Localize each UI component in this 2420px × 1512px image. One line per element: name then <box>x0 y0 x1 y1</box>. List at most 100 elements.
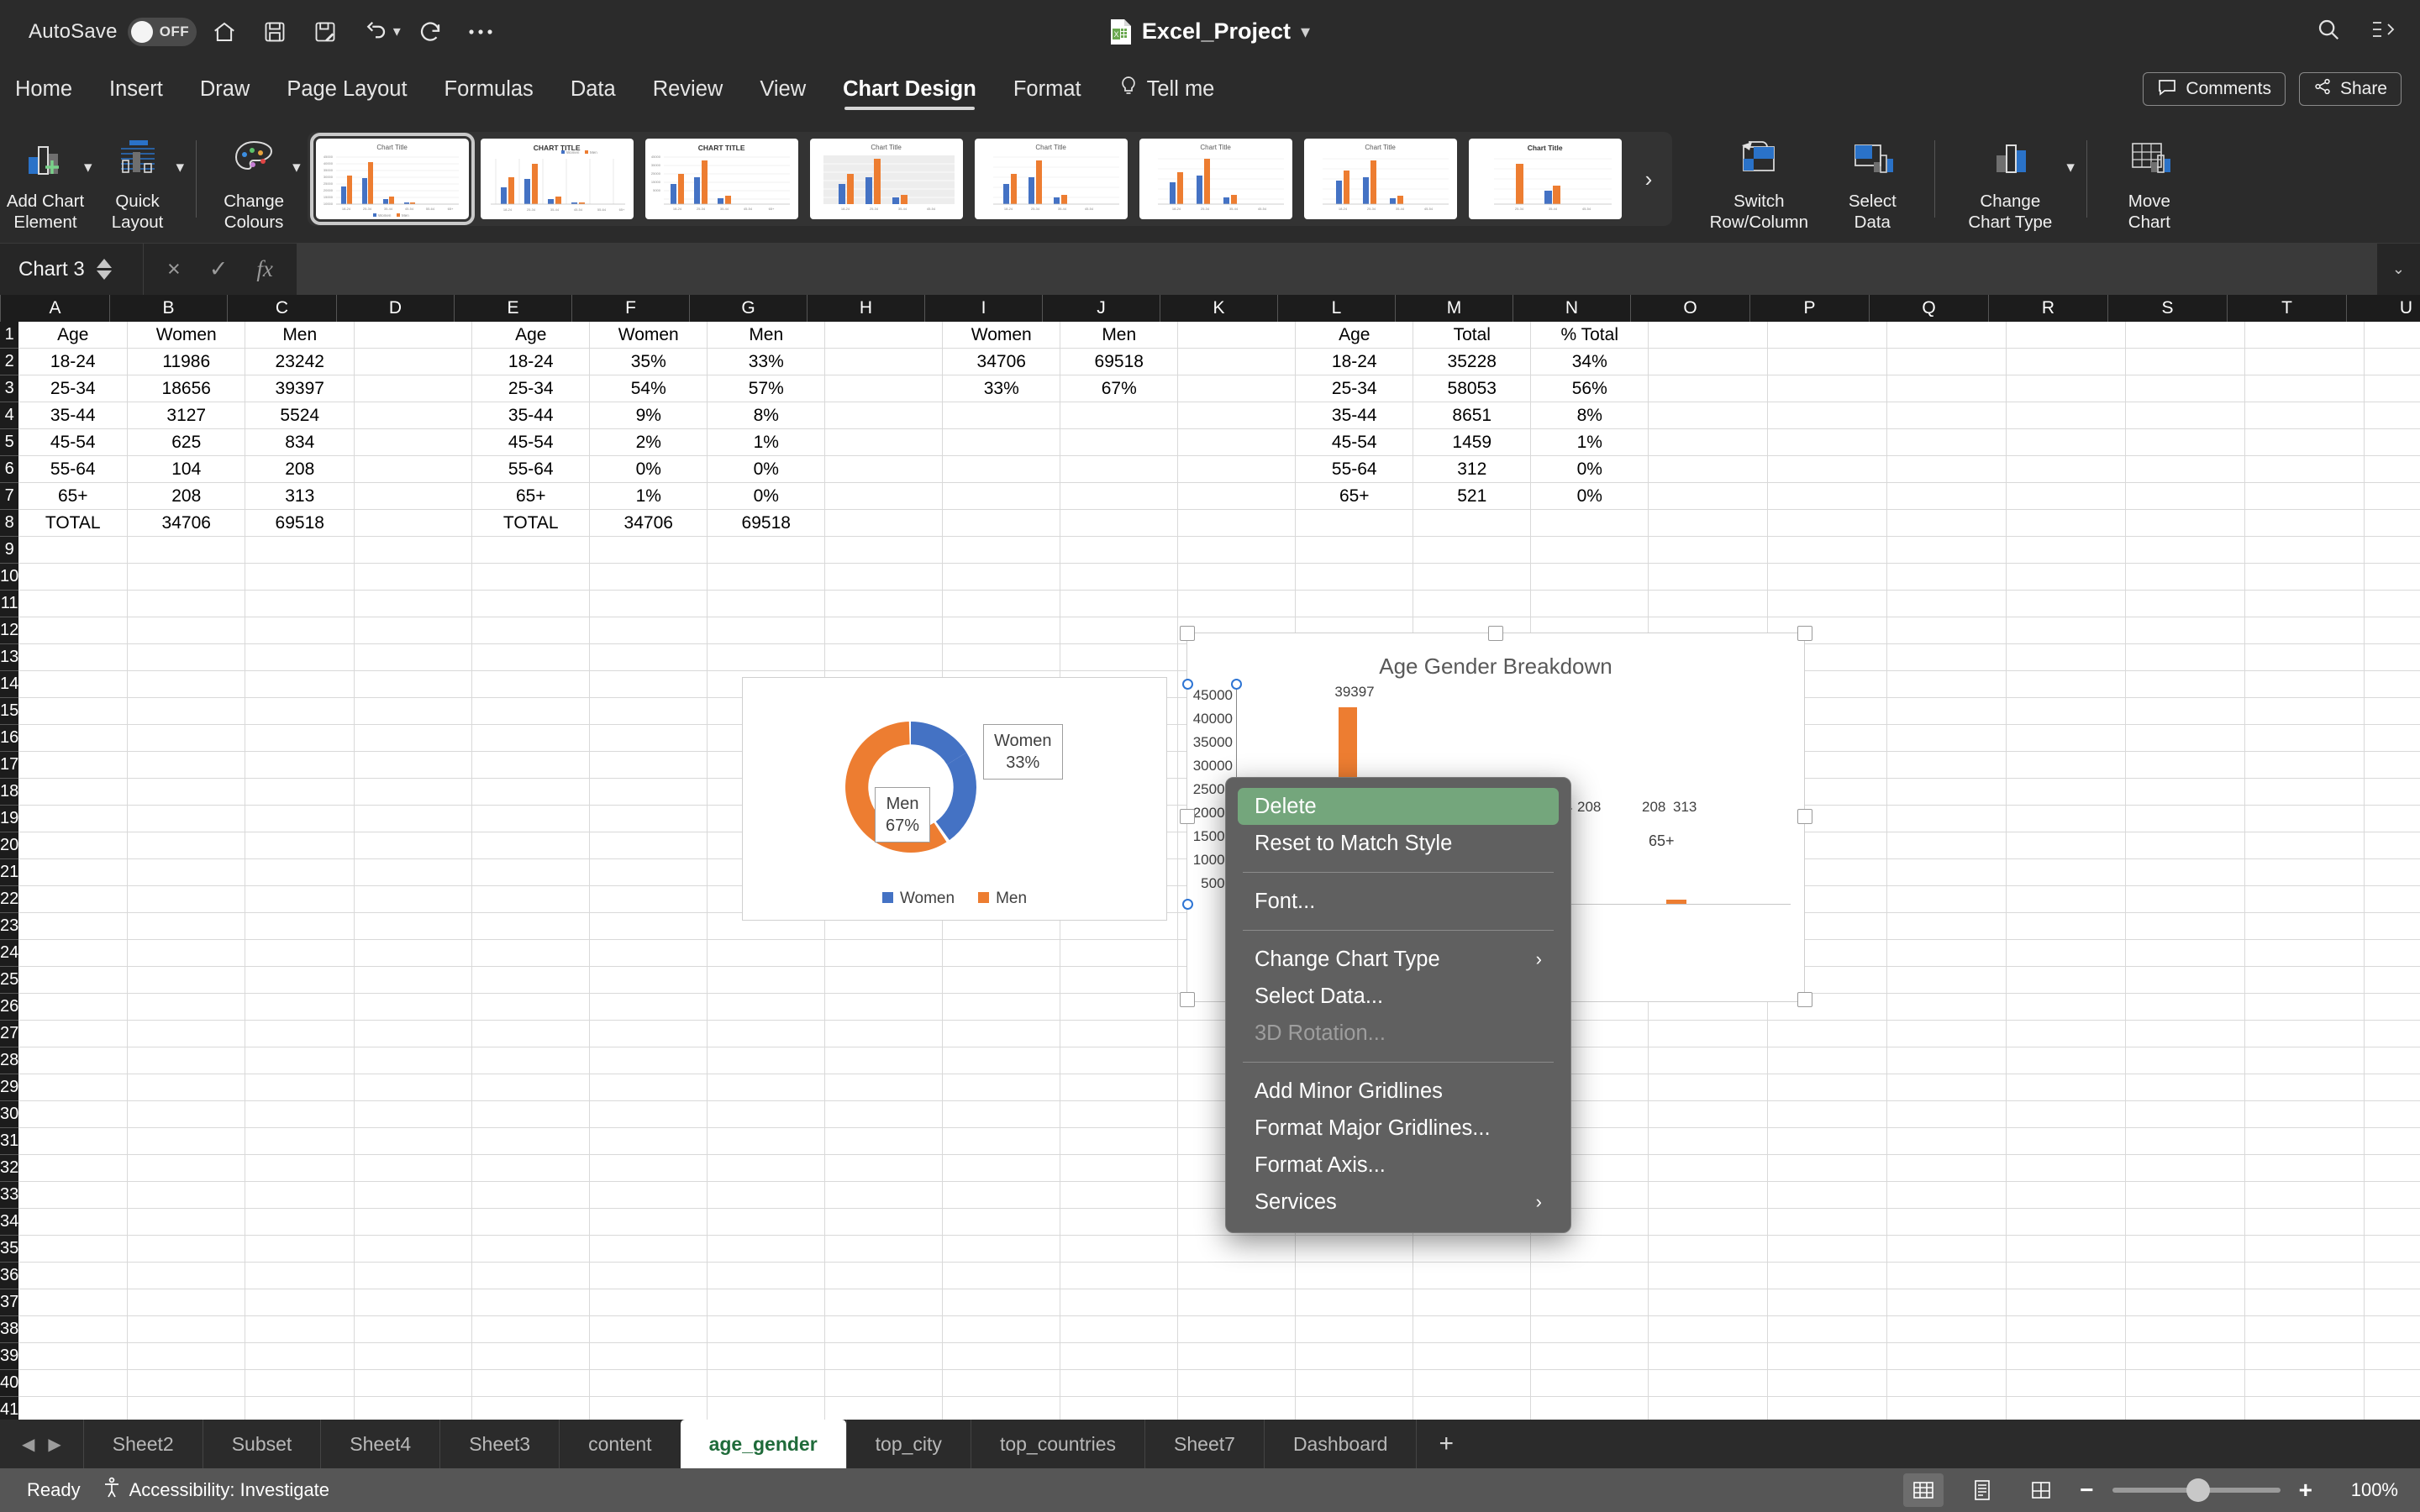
cell-H29[interactable] <box>825 1074 944 1101</box>
cell-E13[interactable] <box>472 644 591 671</box>
cell-N2[interactable]: 34% <box>1531 349 1649 375</box>
cell-C33[interactable] <box>245 1182 355 1209</box>
cell-E27[interactable] <box>472 1021 591 1047</box>
cell-U24[interactable] <box>2365 940 2420 967</box>
menu-item-font[interactable]: Font... <box>1238 883 1559 920</box>
cell-P40[interactable] <box>1768 1370 1888 1397</box>
cell-O3[interactable] <box>1649 375 1769 402</box>
cell-T22[interactable] <box>2245 886 2365 913</box>
cell-Q5[interactable] <box>1887 429 2007 456</box>
cell-J26[interactable] <box>1060 994 1179 1021</box>
cell-T36[interactable] <box>2245 1263 2365 1289</box>
row-header-11[interactable]: 11 <box>0 591 19 617</box>
cell-B29[interactable] <box>128 1074 246 1101</box>
cell-Q24[interactable] <box>1887 940 2007 967</box>
cell-K38[interactable] <box>1178 1316 1297 1343</box>
change-chart-type-dropdown-icon[interactable]: ▾ <box>2066 158 2075 177</box>
cell-R29[interactable] <box>2007 1074 2127 1101</box>
cell-P2[interactable] <box>1768 349 1888 375</box>
cell-L9[interactable] <box>1296 537 1414 564</box>
cell-U9[interactable] <box>2365 537 2420 564</box>
cell-U38[interactable] <box>2365 1316 2420 1343</box>
cell-H3[interactable] <box>825 375 944 402</box>
cell-T2[interactable] <box>2245 349 2365 375</box>
cell-R36[interactable] <box>2007 1263 2127 1289</box>
cell-I26[interactable] <box>943 994 1061 1021</box>
cell-F14[interactable] <box>590 671 708 698</box>
cell-S18[interactable] <box>2126 779 2246 806</box>
cell-U33[interactable] <box>2365 1182 2420 1209</box>
cell-F16[interactable] <box>590 725 708 752</box>
cell-C31[interactable] <box>245 1128 355 1155</box>
cell-A30[interactable] <box>18 1101 129 1128</box>
cell-E29[interactable] <box>472 1074 591 1101</box>
cell-L35[interactable] <box>1296 1236 1414 1263</box>
cell-F22[interactable] <box>590 886 708 913</box>
cell-J7[interactable] <box>1060 483 1179 510</box>
cell-H8[interactable] <box>825 510 944 537</box>
cell-U11[interactable] <box>2365 591 2420 617</box>
cell-D3[interactable] <box>355 375 473 402</box>
cell-Q37[interactable] <box>1887 1289 2007 1316</box>
cell-B20[interactable] <box>128 832 246 859</box>
cell-S15[interactable] <box>2126 698 2246 725</box>
cell-D7[interactable] <box>355 483 473 510</box>
cell-D15[interactable] <box>355 698 473 725</box>
cell-E9[interactable] <box>472 537 591 564</box>
cell-Q38[interactable] <box>1887 1316 2007 1343</box>
cell-T30[interactable] <box>2245 1101 2365 1128</box>
row-header-39[interactable]: 39 <box>0 1343 19 1370</box>
cell-R14[interactable] <box>2007 671 2127 698</box>
cell-T16[interactable] <box>2245 725 2365 752</box>
cell-E36[interactable] <box>472 1263 591 1289</box>
cell-I5[interactable] <box>943 429 1061 456</box>
zoom-level[interactable]: 100% <box>2331 1479 2398 1501</box>
cell-S23[interactable] <box>2126 913 2246 940</box>
cell-F23[interactable] <box>590 913 708 940</box>
cell-C10[interactable] <box>245 564 355 591</box>
cell-O9[interactable] <box>1649 537 1769 564</box>
column-header-D[interactable]: D <box>337 295 455 322</box>
cell-T1[interactable] <box>2245 322 2365 349</box>
cell-C16[interactable] <box>245 725 355 752</box>
cell-F12[interactable] <box>590 617 708 644</box>
menu-item-delete[interactable]: Delete <box>1238 788 1559 825</box>
tab-format[interactable]: Format <box>1013 63 1081 115</box>
cell-I11[interactable] <box>943 591 1061 617</box>
cell-U13[interactable] <box>2365 644 2420 671</box>
cell-R1[interactable] <box>2007 322 2127 349</box>
cell-D32[interactable] <box>355 1155 473 1182</box>
cell-Q29[interactable] <box>1887 1074 2007 1101</box>
cell-G9[interactable] <box>708 537 826 564</box>
cell-N4[interactable]: 8% <box>1531 402 1649 429</box>
cell-J10[interactable] <box>1060 564 1179 591</box>
cell-C35[interactable] <box>245 1236 355 1263</box>
cell-J27[interactable] <box>1060 1021 1179 1047</box>
cell-E26[interactable] <box>472 994 591 1021</box>
chart-resize-handle-se[interactable] <box>1797 992 1812 1007</box>
cell-J25[interactable] <box>1060 967 1179 994</box>
cell-L6[interactable]: 55-64 <box>1296 456 1414 483</box>
cell-A26[interactable] <box>18 994 129 1021</box>
cell-U26[interactable] <box>2365 994 2420 1021</box>
cell-S2[interactable] <box>2126 349 2246 375</box>
chart-resize-handle-w[interactable] <box>1180 809 1195 824</box>
cell-A33[interactable] <box>18 1182 129 1209</box>
chart-style-thumb[interactable]: CHART TITLE 45000 35000 25000 15000 5000 18-… <box>644 139 798 219</box>
cell-P6[interactable] <box>1768 456 1888 483</box>
cell-B1[interactable]: Women <box>128 322 246 349</box>
cell-L36[interactable] <box>1296 1263 1414 1289</box>
cell-O8[interactable] <box>1649 510 1769 537</box>
cell-A13[interactable] <box>18 644 129 671</box>
cell-A1[interactable]: Age <box>18 322 129 349</box>
cell-N3[interactable]: 56% <box>1531 375 1649 402</box>
sheet-tab-Sheet2[interactable]: Sheet2 <box>82 1420 203 1468</box>
cell-F36[interactable] <box>590 1263 708 1289</box>
cell-H5[interactable] <box>825 429 944 456</box>
cell-S30[interactable] <box>2126 1101 2246 1128</box>
chart-style-gallery[interactable]: Chart Title 45000 40000 35000 30000 25000 200… <box>307 132 1673 226</box>
cell-R20[interactable] <box>2007 832 2127 859</box>
cell-H35[interactable] <box>825 1236 944 1263</box>
quick-layout-dropdown-icon[interactable]: ▾ <box>176 158 185 177</box>
cell-U10[interactable] <box>2365 564 2420 591</box>
